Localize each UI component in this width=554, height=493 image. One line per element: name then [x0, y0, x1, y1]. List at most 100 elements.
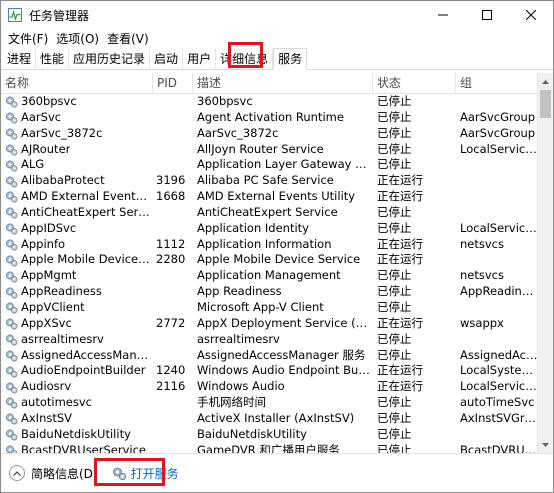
table-row[interactable]: AarSvc_3872c AarSvc_3872c 已停止 AarSvcGroup: [1, 126, 553, 142]
column-header-description[interactable]: 描述: [193, 73, 373, 93]
scroll-down-arrow-icon[interactable]: [538, 437, 553, 452]
table-row[interactable]: BcastDVRUserService GameDVR 和广播用户服务 已停止 Bca…: [1, 443, 553, 453]
service-status: 正在运行: [377, 252, 423, 267]
scroll-up-arrow-icon[interactable]: [538, 74, 553, 89]
service-status: 已停止: [377, 284, 412, 299]
service-pid: [156, 443, 194, 453]
service-group: autoTimeSvc: [460, 395, 535, 410]
service-description: 手机网络时间: [197, 395, 266, 410]
service-name-cell: AudioEndpointBuilder: [5, 363, 153, 379]
table-row[interactable]: BaiduNetdiskUtility BaiduNetdiskUtility 已停…: [1, 427, 553, 443]
service-name: Apple Mobile Device Ser...: [21, 252, 153, 267]
service-gear-icon: [5, 349, 18, 362]
close-button[interactable]: [509, 1, 553, 29]
table-row[interactable]: Audiosrv 2116 Windows Audio 正在运行 LocalServic…: [1, 379, 553, 395]
open-services-link[interactable]: 打开服务: [112, 465, 179, 482]
service-description: asrrealtimesrv: [197, 331, 280, 346]
service-pid: [156, 110, 194, 126]
tab-users[interactable]: 用户: [183, 49, 217, 69]
service-name-cell: AarSvc_3872c: [5, 126, 153, 142]
service-description: AarSvc_3872c: [197, 125, 279, 140]
table-row[interactable]: autotimesvc 手机网络时间 已停止 autoTimeSvc: [1, 395, 553, 411]
service-status: 已停止: [377, 299, 412, 314]
table-row[interactable]: AxInstSV ActiveX Installer (AxInstSV) 已停止 A…: [1, 411, 553, 427]
column-header-name[interactable]: 名称: [1, 73, 153, 93]
service-name-cell: AarSvc: [5, 110, 153, 126]
chevron-up-icon: [9, 465, 25, 481]
service-status: 正在运行: [377, 189, 423, 204]
scroll-thumb[interactable]: [540, 90, 551, 118]
tab-services[interactable]: 服务: [273, 48, 308, 70]
menu-view[interactable]: 查看(V): [103, 30, 153, 47]
table-row[interactable]: AssignedAccessManager... AssignedAccessMa…: [1, 348, 553, 364]
fewer-details-button[interactable]: 简略信息(D): [9, 465, 98, 482]
service-status: 正在运行: [377, 363, 423, 378]
service-group: AarSvcGroup: [460, 109, 536, 124]
service-gear-icon: [5, 222, 18, 235]
service-status: 已停止: [377, 141, 412, 156]
service-name: AarSvc: [21, 109, 62, 124]
service-name-cell: 360bpsvc: [5, 94, 153, 110]
table-row[interactable]: AlibabaProtect 3196 Alibaba PC Safe Servic…: [1, 173, 553, 189]
service-pid: 2280: [156, 252, 186, 267]
footer-bar: 简略信息(D) 打开服务: [1, 453, 553, 492]
service-pid: [156, 427, 194, 443]
menu-options[interactable]: 选项(O): [52, 30, 103, 47]
service-name: Audiosrv: [21, 379, 72, 394]
service-group: [460, 173, 538, 189]
menu-file[interactable]: 文件(F): [4, 30, 52, 47]
table-row[interactable]: AppReadiness App Readiness 已停止 AppReadiness: [1, 284, 553, 300]
service-group: [460, 157, 538, 173]
table-row[interactable]: AppVClient Microsoft App-V Client 已停止: [1, 300, 553, 316]
service-pid: 2116: [156, 379, 186, 394]
service-description: ActiveX Installer (AxInstSV): [197, 410, 355, 425]
table-row[interactable]: AppMgmt Application Management 已停止 netsvcs: [1, 268, 553, 284]
table-row[interactable]: AarSvc Agent Activation Runtime 已停止 AarSvcG…: [1, 110, 553, 126]
table-row[interactable]: AMD External Events Utili...1668 AMD Exte…: [1, 189, 553, 205]
column-header-group[interactable]: 组: [456, 73, 538, 93]
window-title: 任务管理器: [29, 8, 90, 23]
table-row[interactable]: 360bpsvc 360bpsvc 已停止: [1, 94, 553, 110]
service-description: App Readiness: [197, 284, 282, 299]
service-gear-icon: [5, 396, 18, 409]
service-group: [460, 205, 538, 221]
table-row[interactable]: AudioEndpointBuilder 1240 Windows Audio En…: [1, 363, 553, 379]
vertical-scrollbar[interactable]: [537, 73, 553, 453]
service-status: 已停止: [377, 204, 412, 219]
service-group: AppReadiness: [460, 284, 538, 299]
service-description: Alibaba PC Safe Service: [197, 173, 334, 188]
service-name-cell: BcastDVRUserService: [5, 443, 153, 453]
table-row[interactable]: Appinfo 1112 Application Information 正在运行 ne…: [1, 237, 553, 253]
table-row[interactable]: asrrealtimesrv asrrealtimesrv 已停止: [1, 332, 553, 348]
table-row[interactable]: Apple Mobile Device Ser...2280 Apple Mobi…: [1, 252, 553, 268]
tab-processes[interactable]: 进程: [3, 49, 37, 69]
service-description: AppX Deployment Service (AppX...: [197, 315, 373, 330]
service-status: 已停止: [377, 426, 412, 441]
service-name-cell: AlibabaProtect: [5, 173, 153, 189]
service-gear-icon: [5, 95, 18, 108]
table-row[interactable]: AntiCheatExpert Service AntiCheatExpert S…: [1, 205, 553, 221]
minimize-button[interactable]: [421, 1, 465, 29]
maximize-button[interactable]: [465, 1, 509, 29]
service-gear-icon: [5, 317, 18, 330]
tab-app-history[interactable]: 应用历史记录: [69, 49, 151, 69]
service-description: AssignedAccessManager 服务: [197, 347, 366, 362]
column-header-pid[interactable]: PID: [153, 73, 193, 93]
service-gear-icon: [5, 206, 18, 219]
table-row[interactable]: AppIDSvc Application Identity 已停止 LocalServ…: [1, 221, 553, 237]
tab-startup[interactable]: 启动: [150, 49, 184, 69]
table-row[interactable]: AppXSvc 2772 AppX Deployment Service (AppX…: [1, 316, 553, 332]
service-group: [460, 300, 538, 316]
service-group: netsvcs: [460, 236, 504, 251]
service-pid: [156, 348, 194, 364]
service-description: Windows Audio: [197, 379, 285, 394]
service-description: Apple Mobile Device Service: [197, 252, 361, 267]
table-row[interactable]: AJRouter AllJoyn Router Service 已停止 LocalSe…: [1, 142, 553, 158]
service-name: AlibabaProtect: [21, 173, 105, 188]
tab-performance[interactable]: 性能: [36, 49, 70, 69]
tab-details[interactable]: 详细信息: [216, 49, 274, 69]
service-name: AMD External Events Utili...: [21, 189, 153, 204]
table-body: 360bpsvc 360bpsvc 已停止 AarSvc Agent Activatio…: [1, 94, 553, 453]
table-row[interactable]: ALG Application Layer Gateway Service 已停止: [1, 157, 553, 173]
column-header-status[interactable]: 状态: [373, 73, 456, 93]
